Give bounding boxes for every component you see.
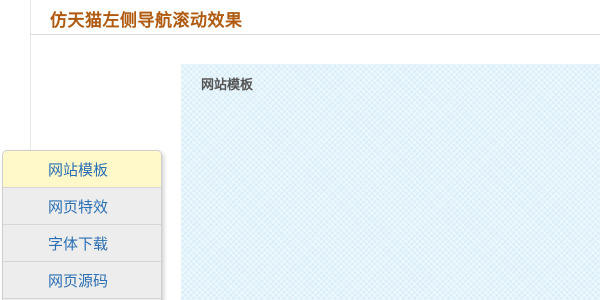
nav-item-label: 字体下载	[48, 234, 109, 253]
page-title: 仿天猫左侧导航滚动效果	[50, 11, 243, 31]
content-panel: 网站模板	[181, 64, 600, 300]
left-nav: 网站模板 网页特效 字体下载 网页源码	[2, 150, 162, 300]
section-title: 网站模板	[201, 78, 254, 93]
page: 仿天猫左侧导航滚动效果 网站模板 网站模板 网页特效 字体下载 网页源码	[0, 0, 600, 300]
nav-item-label: 网页源码	[48, 271, 109, 290]
nav-item-fonts[interactable]: 字体下载	[3, 225, 161, 262]
nav-item-effects[interactable]: 网页特效	[3, 188, 161, 225]
nav-item-templates[interactable]: 网站模板	[3, 151, 161, 188]
nav-item-label: 网页特效	[48, 197, 109, 216]
nav-item-label: 网站模板	[48, 160, 109, 179]
title-divider	[30, 34, 600, 35]
nav-item-source[interactable]: 网页源码	[3, 262, 161, 299]
